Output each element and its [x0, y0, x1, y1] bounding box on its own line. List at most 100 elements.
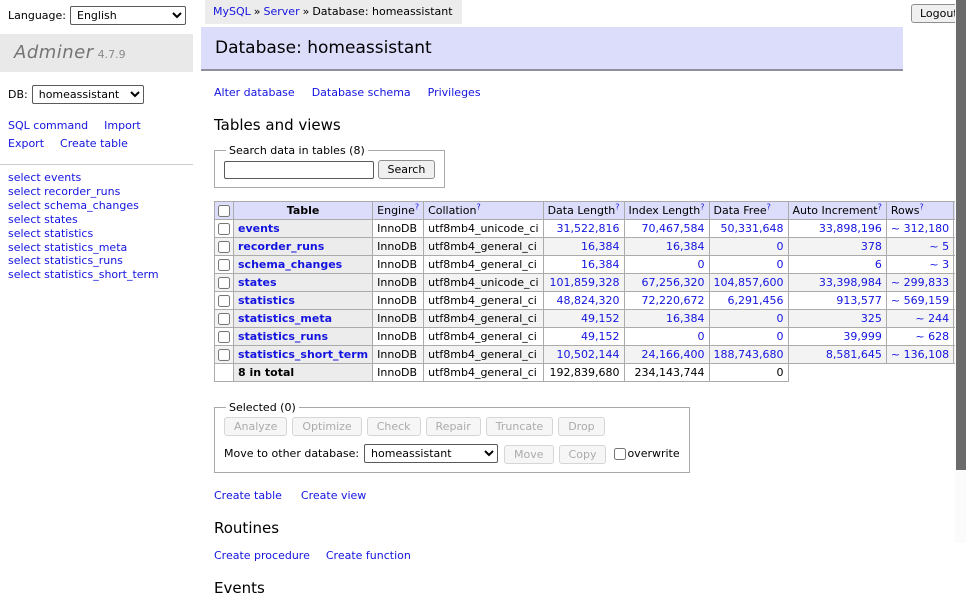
row-checkbox[interactable]: [218, 277, 230, 289]
link-create-view[interactable]: Create view: [301, 489, 366, 502]
table-link-statistics_meta[interactable]: statistics_meta: [238, 312, 332, 325]
sidebar-select-statistics_short_term[interactable]: select statistics_short_term: [8, 269, 185, 282]
table-link-schema_changes[interactable]: schema_changes: [238, 258, 342, 271]
sidebar-select-events[interactable]: select events: [8, 172, 185, 185]
rows-link[interactable]: ~ 299,833: [891, 276, 949, 289]
index-length-link[interactable]: 0: [698, 258, 705, 271]
index-length-link[interactable]: 70,467,584: [642, 222, 705, 235]
sidebar-select-statistics[interactable]: select statistics: [8, 228, 185, 241]
select-all-checkbox[interactable]: [218, 205, 230, 217]
sidebar-action-sql-command[interactable]: SQL command: [8, 119, 88, 132]
help-link[interactable]: ?: [415, 202, 419, 211]
search-button[interactable]: Search: [378, 160, 436, 179]
table-link-states[interactable]: states: [238, 276, 277, 289]
auto-increment-link[interactable]: 33,398,984: [819, 276, 882, 289]
data-free-link[interactable]: 0: [777, 312, 784, 325]
rows-link[interactable]: ~ 628: [915, 330, 949, 343]
index-length-link[interactable]: 16,384: [666, 312, 705, 325]
data-length-link[interactable]: 10,502,144: [557, 348, 620, 361]
truncate-button[interactable]: Truncate: [486, 417, 553, 436]
sidebar-action-create-table[interactable]: Create table: [60, 137, 128, 150]
rows-link[interactable]: ~ 569,159: [891, 294, 949, 307]
rows-link[interactable]: ~ 244: [915, 312, 949, 325]
breadcrumb-link-server[interactable]: Server: [264, 5, 300, 18]
data-length-link[interactable]: 48,824,320: [557, 294, 620, 307]
row-checkbox[interactable]: [218, 349, 230, 361]
index-length-link[interactable]: 67,256,320: [642, 276, 705, 289]
drop-button[interactable]: Drop: [558, 417, 604, 436]
auto-increment-link[interactable]: 378: [861, 240, 882, 253]
row-checkbox[interactable]: [218, 223, 230, 235]
table-link-statistics_short_term[interactable]: statistics_short_term: [238, 348, 368, 361]
check-button[interactable]: Check: [367, 417, 421, 436]
language-select[interactable]: English: [70, 6, 186, 25]
table-link-statistics[interactable]: statistics: [238, 294, 295, 307]
row-checkbox[interactable]: [218, 313, 230, 325]
adminer-version[interactable]: 4.7.9: [98, 48, 126, 61]
sidebar-action-export[interactable]: Export: [8, 137, 44, 150]
link-database-schema[interactable]: Database schema: [312, 86, 411, 99]
row-checkbox[interactable]: [218, 331, 230, 343]
link-create-procedure[interactable]: Create procedure: [214, 549, 310, 562]
data-length-link[interactable]: 31,522,816: [557, 222, 620, 235]
help-link[interactable]: ?: [476, 202, 480, 211]
db-select[interactable]: homeassistant: [32, 85, 144, 104]
data-length-link[interactable]: 49,152: [581, 330, 620, 343]
table-link-events[interactable]: events: [238, 222, 280, 235]
repair-button[interactable]: Repair: [426, 417, 481, 436]
help-link[interactable]: ?: [878, 202, 882, 211]
rows-link[interactable]: ~ 5: [929, 240, 949, 253]
auto-increment-link[interactable]: 8,581,645: [826, 348, 882, 361]
rows-link[interactable]: ~ 312,180: [891, 222, 949, 235]
auto-increment-link[interactable]: 33,898,196: [819, 222, 882, 235]
row-checkbox[interactable]: [218, 259, 230, 271]
data-free-link[interactable]: 6,291,456: [728, 294, 784, 307]
help-link[interactable]: ?: [919, 202, 923, 211]
rows-link[interactable]: ~ 3: [929, 258, 949, 271]
link-privileges[interactable]: Privileges: [428, 86, 481, 99]
sidebar-select-statistics_meta[interactable]: select statistics_meta: [8, 242, 185, 255]
auto-increment-link[interactable]: 913,577: [836, 294, 882, 307]
auto-increment-link[interactable]: 325: [861, 312, 882, 325]
data-length-link[interactable]: 101,859,328: [550, 276, 620, 289]
adminer-logo[interactable]: Adminer: [14, 42, 94, 63]
row-checkbox[interactable]: [218, 295, 230, 307]
help-link[interactable]: ?: [615, 202, 619, 211]
help-link[interactable]: ?: [767, 202, 771, 211]
data-free-link[interactable]: 0: [777, 330, 784, 343]
scrollbar-thumb[interactable]: [956, 0, 966, 470]
data-length-link[interactable]: 16,384: [581, 258, 620, 271]
sidebar-select-states[interactable]: select states: [8, 214, 185, 227]
data-length-link[interactable]: 49,152: [581, 312, 620, 325]
row-checkbox[interactable]: [218, 241, 230, 253]
search-input[interactable]: [224, 161, 374, 179]
rows-link[interactable]: ~ 136,108: [891, 348, 949, 361]
table-link-statistics_runs[interactable]: statistics_runs: [238, 330, 328, 343]
sidebar-action-import[interactable]: Import: [104, 119, 141, 132]
data-free-link[interactable]: 104,857,600: [714, 276, 784, 289]
sidebar-select-statistics_runs[interactable]: select statistics_runs: [8, 255, 185, 268]
link-create-table[interactable]: Create table: [214, 489, 282, 502]
data-free-link[interactable]: 0: [777, 240, 784, 253]
data-free-link[interactable]: 188,743,680: [714, 348, 784, 361]
index-length-link[interactable]: 24,166,400: [642, 348, 705, 361]
index-length-link[interactable]: 16,384: [666, 240, 705, 253]
overwrite-checkbox[interactable]: [614, 448, 626, 460]
optimize-button[interactable]: Optimize: [292, 417, 361, 436]
data-free-link[interactable]: 0: [777, 258, 784, 271]
data-length-link[interactable]: 16,384: [581, 240, 620, 253]
table-link-recorder_runs[interactable]: recorder_runs: [238, 240, 324, 253]
link-alter-database[interactable]: Alter database: [214, 86, 295, 99]
sidebar-select-schema_changes[interactable]: select schema_changes: [8, 200, 185, 213]
index-length-link[interactable]: 72,220,672: [642, 294, 705, 307]
help-link[interactable]: ?: [700, 202, 704, 211]
vertical-scrollbar[interactable]: [955, 0, 966, 543]
data-free-link[interactable]: 50,331,648: [721, 222, 784, 235]
auto-increment-link[interactable]: 39,999: [843, 330, 882, 343]
copy-button[interactable]: Copy: [559, 445, 607, 464]
sidebar-select-recorder_runs[interactable]: select recorder_runs: [8, 186, 185, 199]
index-length-link[interactable]: 0: [698, 330, 705, 343]
move-database-select[interactable]: homeassistant: [364, 444, 498, 463]
auto-increment-link[interactable]: 6: [875, 258, 882, 271]
analyze-button[interactable]: Analyze: [224, 417, 287, 436]
